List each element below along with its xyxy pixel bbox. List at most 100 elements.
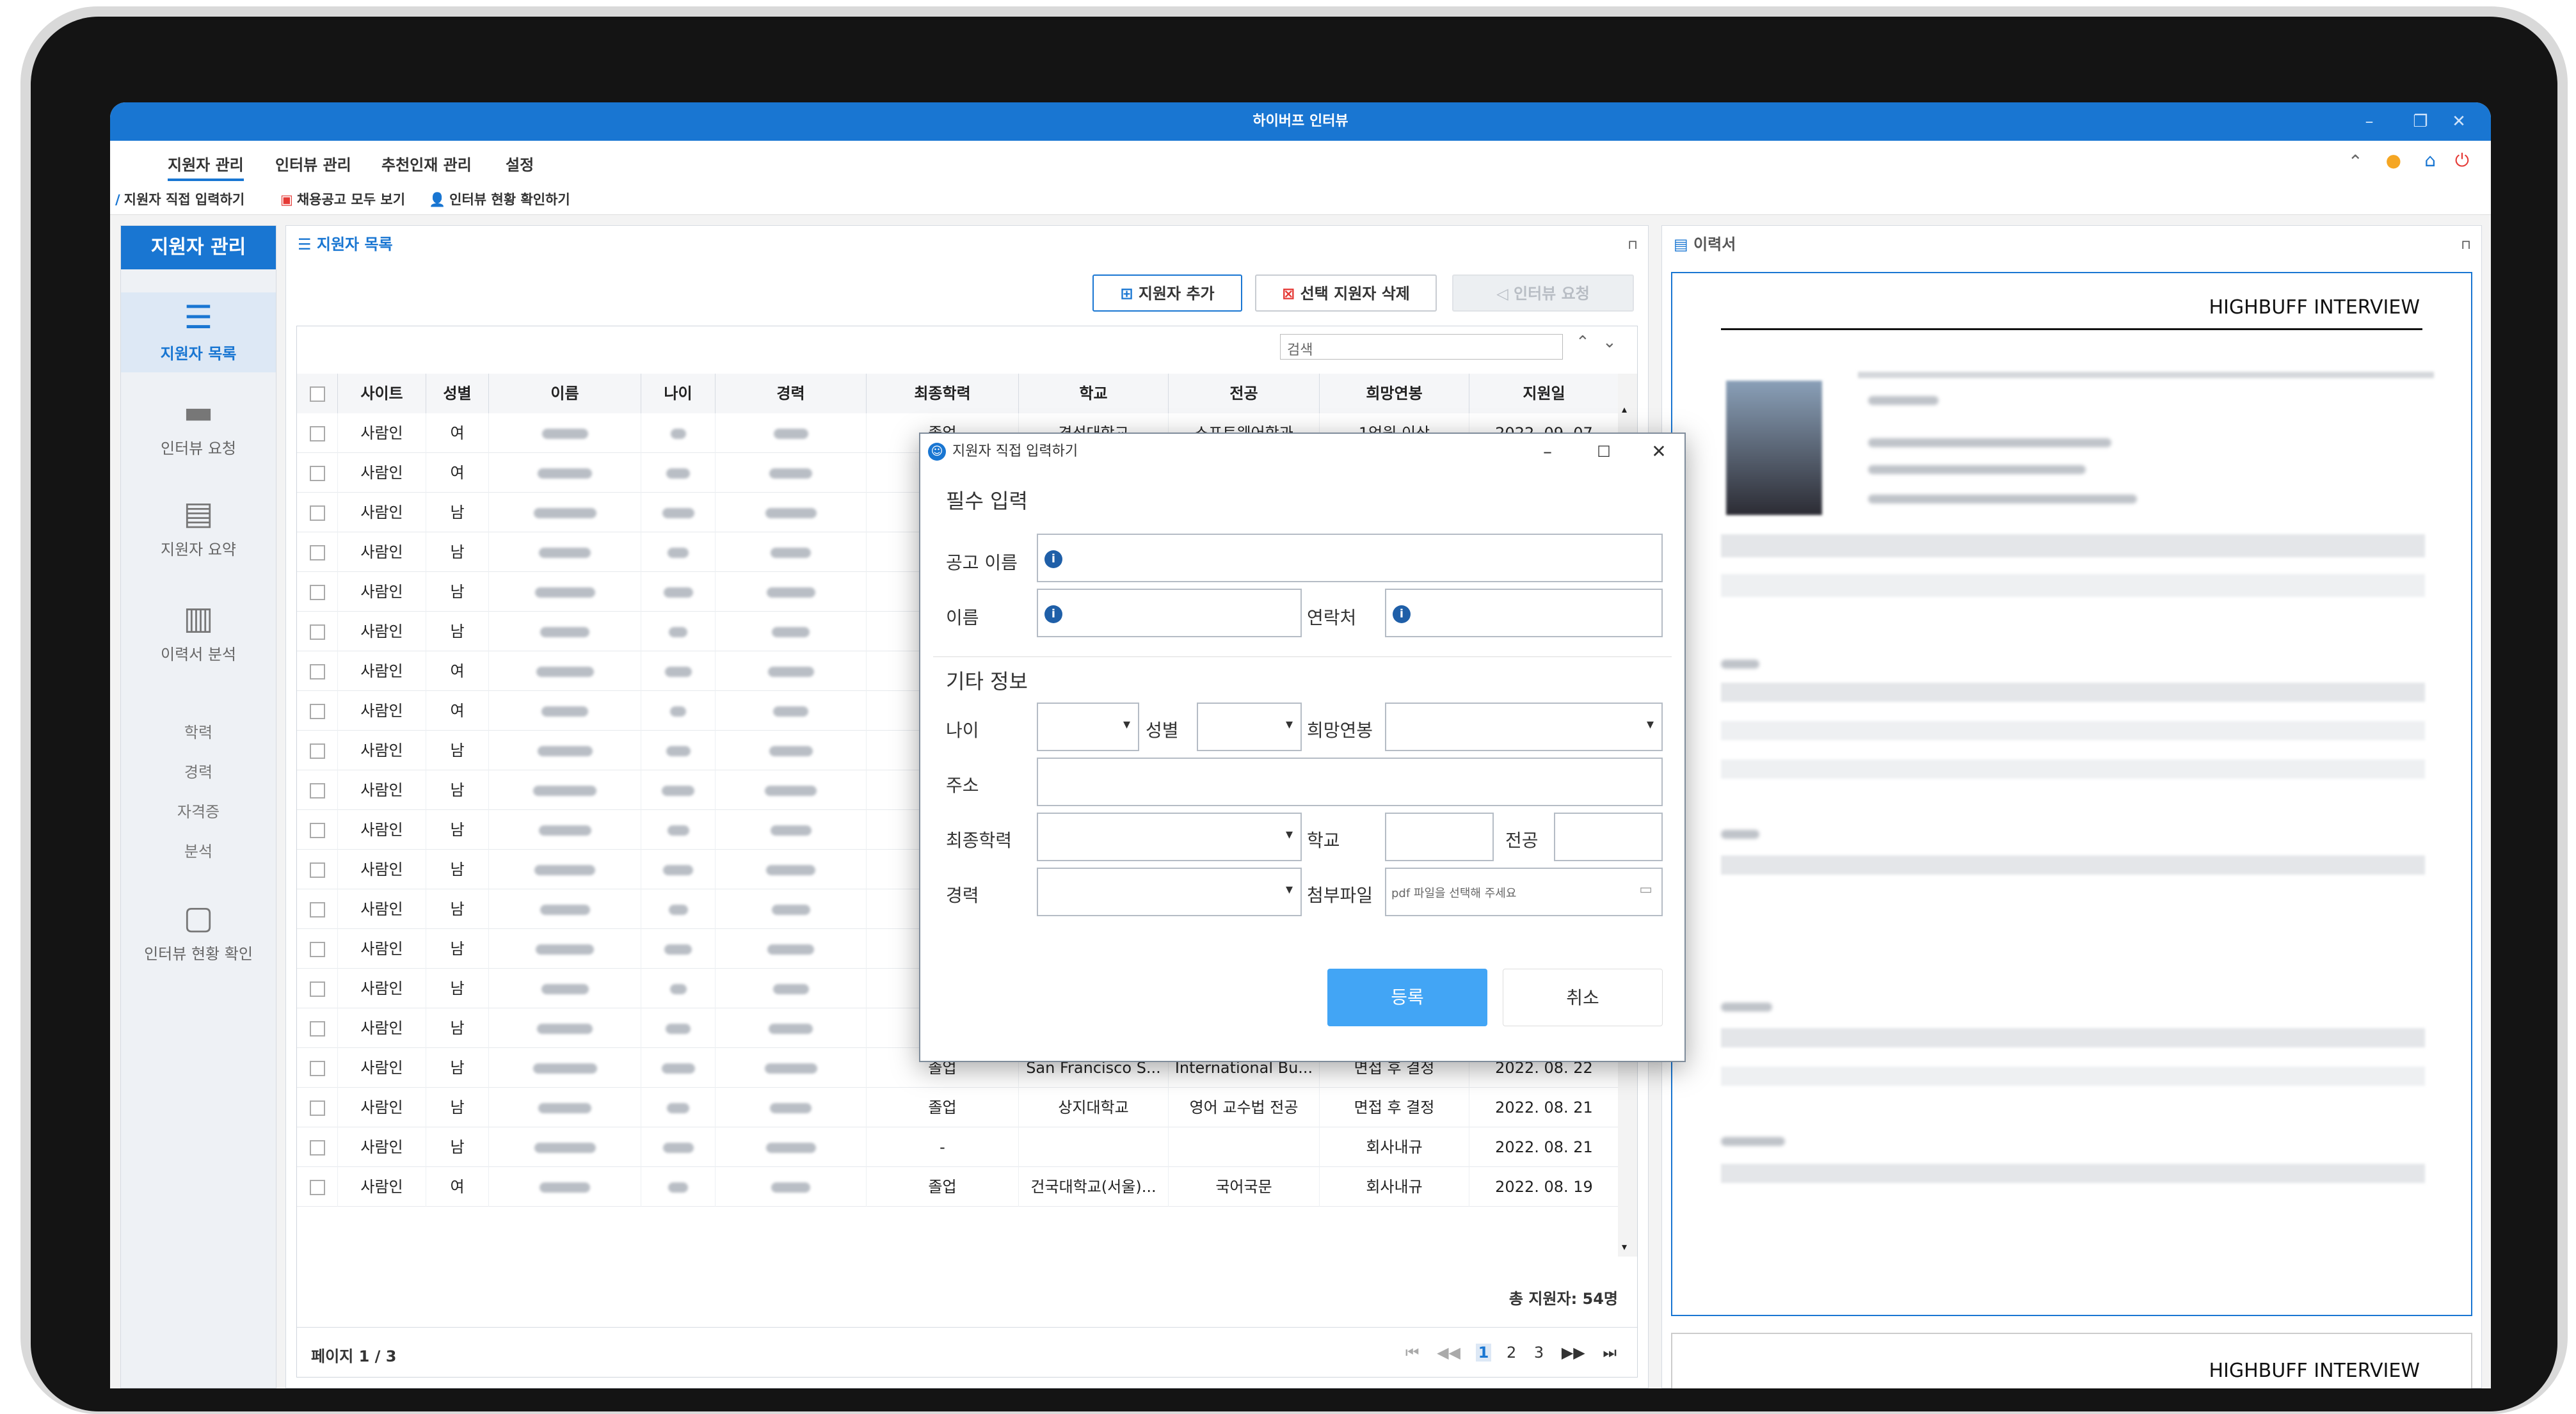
select-all-checkbox[interactable] <box>309 386 325 402</box>
column-header[interactable]: 전공 <box>1169 374 1320 413</box>
row-checkbox[interactable] <box>309 664 325 679</box>
power-icon[interactable]: ⏻ <box>2455 150 2469 171</box>
page-2[interactable]: 2 <box>1504 1344 1519 1362</box>
restore-button[interactable]: ❐ <box>2401 102 2440 141</box>
bell-icon[interactable]: ● <box>2386 150 2401 171</box>
salary-select[interactable] <box>1385 703 1663 751</box>
row-checkbox[interactable] <box>309 942 325 957</box>
cell-blurred <box>641 1167 716 1207</box>
page-1[interactable]: 1 <box>1475 1344 1492 1362</box>
search-next-icon[interactable]: ⌄ <box>1603 333 1617 352</box>
contact-input[interactable]: i <box>1385 589 1663 637</box>
sidebar-item-summary[interactable]: ▤ 지원자 요약 <box>121 495 276 559</box>
first-page-icon[interactable]: ⏮ <box>1403 1344 1422 1362</box>
row-checkbox[interactable] <box>309 545 325 560</box>
search-prev-icon[interactable]: ⌃ <box>1576 333 1590 352</box>
sidebar-item-interview-status[interactable]: ▢ 인터뷰 현황 확인 <box>121 899 276 964</box>
row-checkbox[interactable] <box>309 505 325 521</box>
page-3[interactable]: 3 <box>1532 1344 1546 1362</box>
cell-school: 건국대학교(서울)... <box>1019 1167 1169 1207</box>
career-select[interactable] <box>1037 868 1302 916</box>
toolbar-job-postings[interactable]: ▣ 채용공고 모두 보기 <box>280 189 405 209</box>
menu-applicant[interactable]: 지원자 관리 <box>168 152 244 181</box>
row-checkbox[interactable] <box>309 783 325 798</box>
close-button[interactable]: ✕ <box>2440 102 2478 141</box>
toolbar-direct-input[interactable]: ∕ 지원자 직접 입력하기 <box>115 189 244 209</box>
row-checkbox[interactable] <box>309 862 325 878</box>
minimize-button[interactable]: – <box>2350 102 2388 141</box>
name-input[interactable]: i <box>1037 589 1302 637</box>
column-header[interactable]: 경력 <box>716 374 867 413</box>
cell-blurred <box>641 850 716 889</box>
table-row[interactable]: 사람인 남 졸업 상지대학교 영어 교수법 전공 면접 후 결정 2022. 08. 21 <box>297 1088 1619 1127</box>
pin-icon[interactable]: ⊓ <box>1628 226 1638 263</box>
pin-icon[interactable]: ⊓ <box>2461 226 2471 263</box>
send-icon: ◁ <box>1496 285 1514 303</box>
home-icon[interactable]: ⌂ <box>2424 150 2436 171</box>
cell-gender: 남 <box>426 969 489 1008</box>
scroll-down-icon[interactable]: ▾ <box>1622 1241 1627 1253</box>
row-checkbox[interactable] <box>309 585 325 600</box>
toolbar-interview-status[interactable]: 👤 인터뷰 현황 확인하기 <box>429 189 570 209</box>
folder-icon[interactable]: ▭ <box>1639 882 1652 898</box>
sidebar-sub-education[interactable]: 학력 <box>121 720 276 742</box>
column-header[interactable]: 사이트 <box>338 374 426 413</box>
prev-page-icon[interactable]: ◀◀ <box>1434 1344 1463 1362</box>
sidebar-sub-career[interactable]: 경력 <box>121 759 276 782</box>
education-select[interactable] <box>1037 813 1302 861</box>
dialog-minimize-button[interactable]: – <box>1522 434 1573 470</box>
dialog-maximize-button[interactable]: ☐ <box>1578 434 1629 470</box>
sidebar-item-resume-analysis[interactable]: ▥ 이력서 분석 <box>121 600 276 664</box>
menu-settings[interactable]: 설정 <box>506 152 534 175</box>
column-header[interactable]: 지원일 <box>1469 374 1619 413</box>
row-checkbox[interactable] <box>309 1140 325 1156</box>
blurred-value <box>540 627 589 637</box>
table-row[interactable]: 사람인 남 - 회사내규 2022. 08. 21 <box>297 1127 1619 1167</box>
scroll-up-icon[interactable]: ▴ <box>1622 403 1627 415</box>
menu-recommend[interactable]: 추천인재 관리 <box>381 152 472 175</box>
row-checkbox[interactable] <box>309 1061 325 1076</box>
age-select[interactable] <box>1037 703 1139 751</box>
search-input[interactable]: 검색 <box>1280 334 1563 360</box>
column-header[interactable]: 학교 <box>1019 374 1169 413</box>
sidebar-sub-certificate[interactable]: 자격증 <box>121 799 276 822</box>
row-checkbox[interactable] <box>309 1021 325 1037</box>
attachment-input[interactable]: pdf 파일을 선택해 주세요 ▭ <box>1385 868 1663 916</box>
column-header[interactable]: 최종학력 <box>867 374 1019 413</box>
table-row[interactable]: 사람인 여 졸업 건국대학교(서울)... 국어국문 회사내규 2022. 08. 19 <box>297 1167 1619 1207</box>
submit-button[interactable]: 등록 <box>1327 969 1487 1026</box>
row-checkbox[interactable] <box>309 1100 325 1116</box>
next-page-icon[interactable]: ▶▶ <box>1559 1344 1588 1362</box>
cancel-button[interactable]: 취소 <box>1503 969 1663 1026</box>
row-checkbox[interactable] <box>309 981 325 997</box>
interview-request-button[interactable]: ◁ 인터뷰 요청 <box>1452 274 1634 312</box>
sidebar-sub-analysis[interactable]: 분석 <box>121 839 276 861</box>
address-input[interactable] <box>1037 758 1663 806</box>
sidebar-item-applicant-list[interactable]: ☰ 지원자 목록 <box>121 292 276 372</box>
column-header[interactable]: 성별 <box>426 374 489 413</box>
row-checkbox[interactable] <box>309 426 325 441</box>
row-checkbox[interactable] <box>309 466 325 481</box>
row-checkbox[interactable] <box>309 902 325 918</box>
row-checkbox[interactable] <box>309 624 325 640</box>
menu-interview[interactable]: 인터뷰 관리 <box>275 152 351 175</box>
last-page-icon[interactable]: ⏭ <box>1600 1344 1619 1362</box>
row-checkbox[interactable] <box>309 743 325 759</box>
row-checkbox[interactable] <box>309 704 325 719</box>
column-header[interactable]: 희망연봉 <box>1320 374 1469 413</box>
school-input[interactable] <box>1385 813 1494 861</box>
row-checkbox[interactable] <box>309 1180 325 1195</box>
column-header[interactable]: 나이 <box>641 374 716 413</box>
major-input[interactable] <box>1554 813 1663 861</box>
collapse-ribbon-icon[interactable]: ⌃ <box>2348 151 2363 172</box>
add-applicant-button[interactable]: ⊞ 지원자 추가 <box>1092 274 1242 312</box>
cell-gender: 여 <box>426 651 489 691</box>
posting-input[interactable]: i <box>1037 534 1663 582</box>
sidebar-item-interview-request[interactable]: ▬ 인터뷰 요청 <box>121 393 276 458</box>
cell-site: 사람인 <box>338 612 426 651</box>
row-checkbox[interactable] <box>309 823 325 838</box>
gender-select[interactable] <box>1197 703 1302 751</box>
column-header[interactable]: 이름 <box>489 374 641 413</box>
dialog-close-button[interactable]: ✕ <box>1633 434 1684 470</box>
delete-applicant-button[interactable]: ⊠ 선택 지원자 삭제 <box>1255 274 1437 312</box>
